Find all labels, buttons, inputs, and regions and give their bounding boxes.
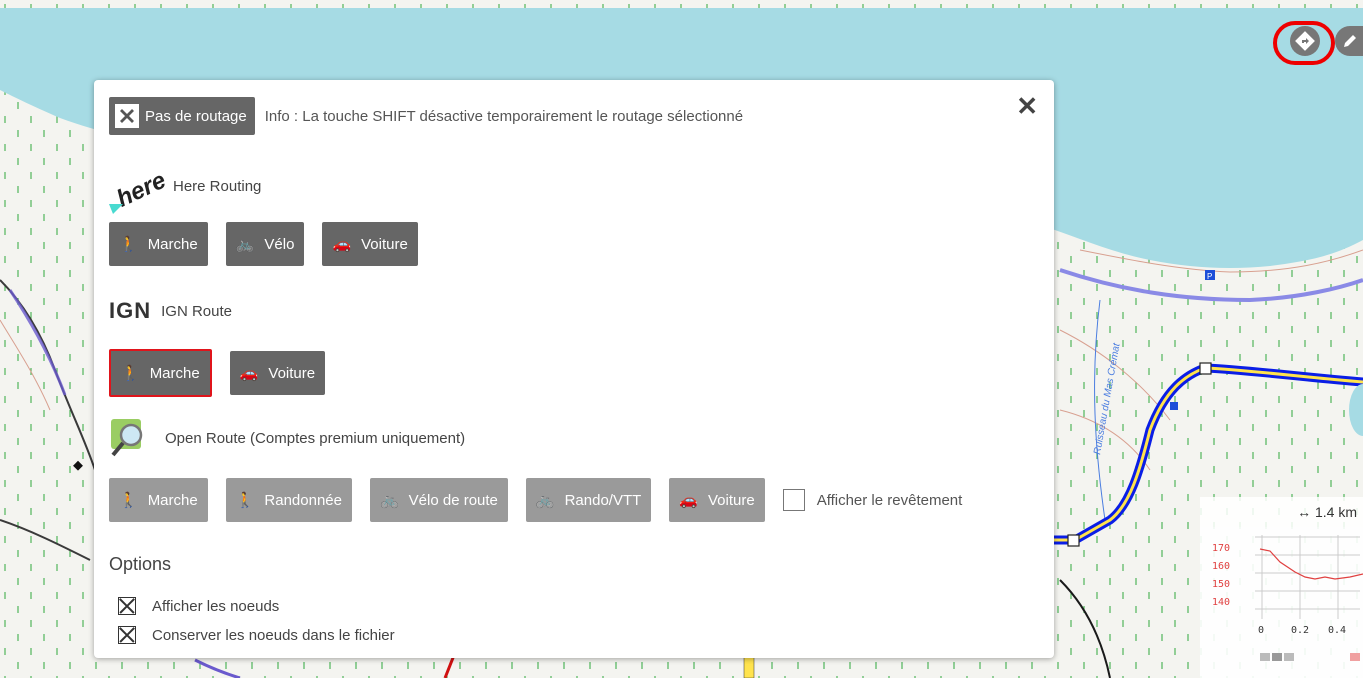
shift-info-text: Info : La touche SHIFT désactive tempora… — [264, 107, 744, 125]
openroute-car-button[interactable]: 🚗 Voiture — [669, 478, 765, 522]
walk-icon: 🚶 — [119, 492, 138, 509]
svg-text:P: P — [1207, 272, 1212, 281]
openroute-provider-heading: Open Route (Comptes premium uniquement) — [109, 417, 465, 459]
routing-panel: ✕ Pas de routage Info : La touche SHIFT … — [94, 80, 1054, 658]
here-logo: here — [109, 158, 170, 216]
openroute-mtb-button[interactable]: 🚲 Rando/VTT — [525, 478, 652, 522]
keep-nodes-checkbox[interactable] — [118, 626, 136, 644]
close-icon[interactable]: ✕ — [1016, 92, 1038, 120]
bike-icon: 🚲 — [235, 236, 255, 253]
ign-car-button[interactable]: 🚗 Voiture — [229, 351, 326, 395]
ign-modes: 🚶 Marche 🚗 Voiture — [109, 349, 343, 397]
mode-label: Vélo de route — [408, 491, 498, 509]
elevation-x-tick: 0.2 — [1291, 625, 1310, 636]
cross-icon — [115, 104, 139, 128]
bike-icon: 🚲 — [379, 492, 399, 509]
mode-label: Voiture — [268, 364, 316, 382]
openroute-hike-button[interactable]: 🚶 Randonnée — [225, 478, 352, 522]
ign-provider-heading: IGN IGN Route — [109, 298, 232, 324]
here-bike-button[interactable]: 🚲 Vélo — [225, 222, 305, 266]
car-icon: 🚗 — [239, 365, 259, 382]
keep-nodes-option: Conserver les noeuds dans le fichier — [118, 626, 395, 644]
no-routing-row: Pas de routage Info : La touche SHIFT dé… — [109, 97, 743, 135]
car-icon: 🚗 — [679, 492, 698, 509]
here-provider-name: Here Routing — [173, 177, 262, 195]
mode-label: Voiture — [707, 491, 755, 509]
walk-icon: 🚶 — [121, 365, 140, 382]
here-walk-button[interactable]: 🚶 Marche — [109, 222, 208, 266]
here-car-button[interactable]: 🚗 Voiture — [322, 222, 418, 266]
show-nodes-label: Afficher les noeuds — [152, 597, 280, 615]
bike-icon: 🚲 — [535, 492, 555, 509]
elevation-y-tick: 140 — [1212, 597, 1231, 608]
mode-label: Rando/VTT — [564, 491, 642, 509]
mode-label: Marche — [149, 364, 200, 382]
elevation-y-tick: 170 — [1212, 543, 1231, 554]
openroute-modes: 🚶 Marche 🚶 Randonnée 🚲 Vélo de route 🚲 Rando… — [109, 478, 962, 522]
scale-bar: ↔ 1.4 km — [1200, 497, 1363, 527]
openroute-walk-button[interactable]: 🚶 Marche — [109, 478, 208, 522]
show-nodes-checkbox[interactable] — [118, 597, 136, 615]
ign-logo: IGN — [109, 298, 152, 323]
keep-nodes-label: Conserver les noeuds dans le fichier — [152, 626, 395, 644]
highlight-ring — [1273, 21, 1335, 65]
openroute-provider-name: Open Route (Comptes premium uniquement) — [165, 429, 466, 447]
openroute-roadbike-button[interactable]: 🚲 Vélo de route — [369, 478, 508, 522]
elevation-x-tick: 0 — [1258, 625, 1265, 636]
car-icon: 🚗 — [332, 236, 352, 253]
pencil-icon — [1344, 35, 1356, 47]
ign-walk-button[interactable]: 🚶 Marche — [109, 349, 212, 397]
options-title: Options — [109, 554, 172, 574]
elevation-y-tick: 150 — [1212, 579, 1231, 590]
mode-label: Voiture — [361, 235, 408, 253]
mode-label: Randonnée — [264, 491, 342, 509]
edit-button[interactable] — [1335, 26, 1363, 56]
no-routing-label: Pas de routage — [145, 107, 247, 125]
walk-icon: 🚶 — [119, 236, 138, 253]
surface-label: Afficher le revêtement — [816, 491, 963, 509]
elevation-profile[interactable]: 170 160 150 140 0 0.2 0.4 — [1200, 527, 1363, 678]
mode-label: Vélo — [264, 235, 295, 253]
here-modes: 🚶 Marche 🚲 Vélo 🚗 Voiture — [109, 222, 436, 266]
openroute-logo — [109, 417, 151, 459]
walk-icon: 🚶 — [235, 492, 255, 509]
here-provider-heading: here Here Routing — [109, 158, 261, 216]
elevation-x-tick: 0.4 — [1328, 625, 1347, 636]
scale-label: ↔ 1.4 km — [1297, 504, 1357, 520]
ign-provider-name: IGN Route — [161, 302, 232, 320]
elevation-y-tick: 160 — [1212, 561, 1231, 572]
mode-label: Marche — [147, 235, 198, 253]
no-routing-button[interactable]: Pas de routage — [109, 97, 255, 135]
mode-label: Marche — [147, 491, 198, 509]
surface-checkbox[interactable] — [782, 489, 805, 511]
show-nodes-option: Afficher les noeuds — [118, 597, 279, 615]
